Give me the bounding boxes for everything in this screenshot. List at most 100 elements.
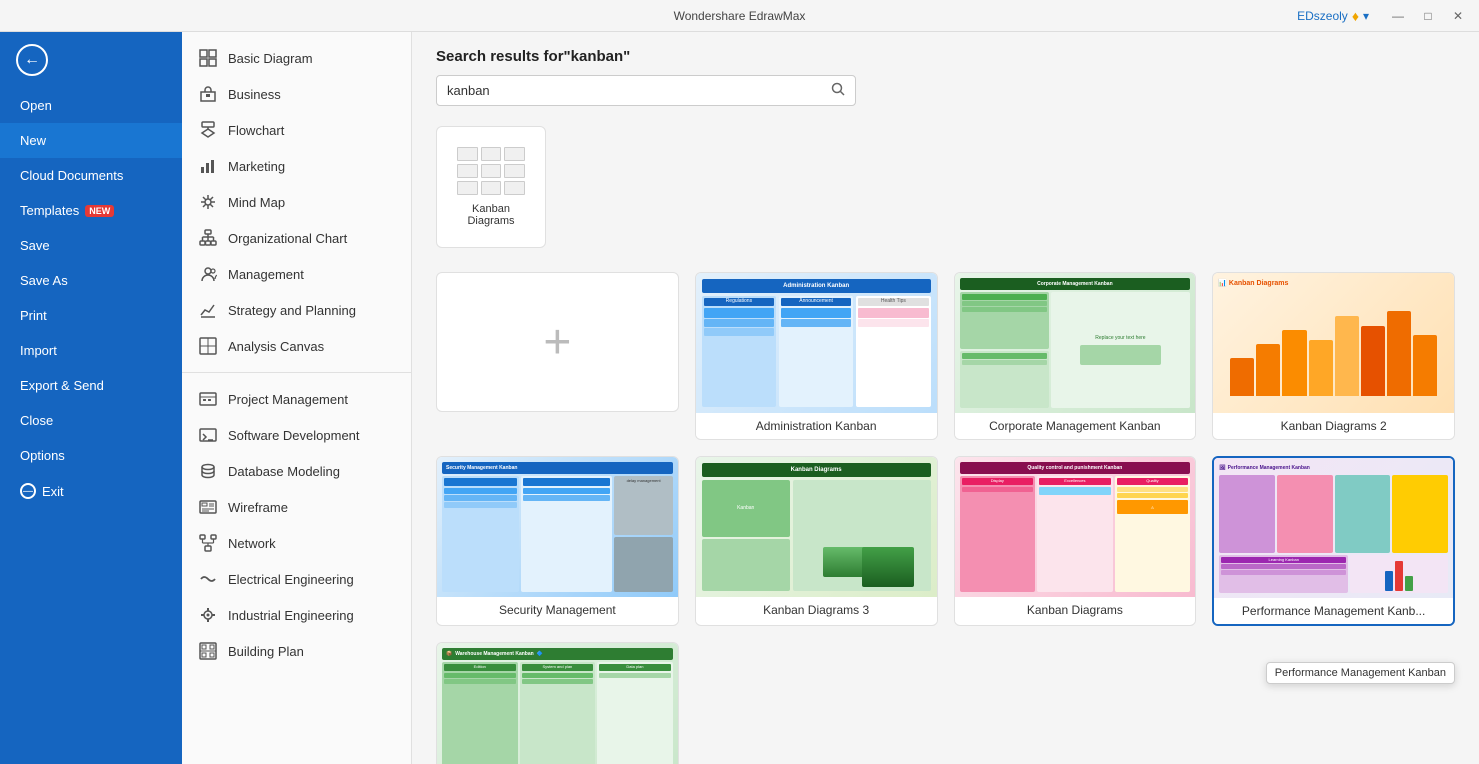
restore-button[interactable]: □ xyxy=(1415,6,1441,26)
basic-diagram-icon xyxy=(198,48,218,68)
network-icon xyxy=(198,533,218,553)
category-label: Flowchart xyxy=(228,123,284,138)
category-item-business[interactable]: Business xyxy=(182,76,411,112)
category-item-electrical[interactable]: Electrical Engineering xyxy=(182,561,411,597)
template-card-performance[interactable]: 🖼Performance Management Kanban Learn xyxy=(1212,456,1455,626)
category-label: Marketing xyxy=(228,159,285,174)
template-card-warehouse[interactable]: 📦Warehouse Management Kanban🔷 Edition Sy… xyxy=(436,642,679,764)
close-button[interactable]: ✕ xyxy=(1445,6,1471,26)
category-label: Business xyxy=(228,87,281,102)
sidebar-item-close[interactable]: Close xyxy=(0,403,182,438)
category-list: Basic Diagram Business Flowchart Marketi… xyxy=(182,32,411,677)
template-label: Performance Management Kanb... xyxy=(1214,598,1453,624)
category-label: Mind Map xyxy=(228,195,285,210)
category-item-project[interactable]: Project Management xyxy=(182,381,411,417)
category-item-strategy[interactable]: Strategy and Planning xyxy=(182,292,411,328)
electrical-icon xyxy=(198,569,218,589)
search-results-label: Search results for"kanban" xyxy=(436,48,1455,65)
category-label: Basic Diagram xyxy=(228,51,313,66)
app-body: ← Open New Cloud Documents Templates NEW… xyxy=(0,32,1479,764)
kanban-category-label: Kanban Diagrams xyxy=(457,203,525,227)
main-content: Search results for"kanban" xyxy=(412,32,1479,764)
category-item-wireframe[interactable]: Wireframe xyxy=(182,489,411,525)
template-preview-kanban3: Kanban Diagrams Kanban xyxy=(696,457,937,597)
category-separator xyxy=(182,372,411,373)
search-box[interactable] xyxy=(436,75,856,106)
back-arrow-icon: ← xyxy=(24,51,40,69)
template-card-kanban[interactable]: Quality control and punishment Kanban Di… xyxy=(954,456,1197,626)
template-preview-corporate: Corporate Management Kanban xyxy=(955,273,1196,413)
sidebar-item-new[interactable]: New xyxy=(0,123,182,158)
sidebar-item-import[interactable]: Import xyxy=(0,333,182,368)
sidebar-item-saveas[interactable]: Save As xyxy=(0,263,182,298)
template-card-security[interactable]: Security Management Kanban xyxy=(436,456,679,626)
sidebar-item-open[interactable]: Open xyxy=(0,88,182,123)
template-label: Kanban Diagrams xyxy=(955,597,1196,623)
template-preview-kanban: Quality control and punishment Kanban Di… xyxy=(955,457,1196,597)
flowchart-icon xyxy=(198,120,218,140)
category-item-flowchart[interactable]: Flowchart xyxy=(182,112,411,148)
category-item-network[interactable]: Network xyxy=(182,525,411,561)
user-badge[interactable]: EDszeoly ♦ ▾ xyxy=(1297,8,1369,24)
exit-icon: — xyxy=(20,483,36,499)
search-icon[interactable] xyxy=(831,82,845,99)
category-item-basic[interactable]: Basic Diagram xyxy=(182,40,411,76)
category-item-management[interactable]: Management xyxy=(182,256,411,292)
database-icon xyxy=(198,461,218,481)
category-item-analysis[interactable]: Analysis Canvas xyxy=(182,328,411,364)
template-card-corporate[interactable]: Corporate Management Kanban xyxy=(954,272,1197,440)
sidebar-item-options[interactable]: Options xyxy=(0,438,182,473)
business-icon xyxy=(198,84,218,104)
template-card-new[interactable]: + xyxy=(436,272,679,412)
category-item-mindmap[interactable]: Mind Map xyxy=(182,184,411,220)
kanban-category-card[interactable]: Kanban Diagrams xyxy=(436,126,546,248)
sidebar-item-print[interactable]: Print xyxy=(0,298,182,333)
minimize-button[interactable]: — xyxy=(1385,6,1411,26)
category-label: Organizational Chart xyxy=(228,231,347,246)
category-label: Analysis Canvas xyxy=(228,339,324,354)
sidebar-item-save[interactable]: Save xyxy=(0,228,182,263)
category-item-database[interactable]: Database Modeling xyxy=(182,453,411,489)
sidebar-item-export[interactable]: Export & Send xyxy=(0,368,182,403)
back-button[interactable]: ← xyxy=(0,32,182,88)
industrial-icon xyxy=(198,605,218,625)
category-item-industrial[interactable]: Industrial Engineering xyxy=(182,597,411,633)
strategy-icon xyxy=(198,300,218,320)
category-label: Management xyxy=(228,267,304,282)
new-badge: NEW xyxy=(85,205,114,217)
marketing-icon xyxy=(198,156,218,176)
software-icon xyxy=(198,425,218,445)
search-bar-container: Search results for"kanban" xyxy=(412,32,1479,114)
sidebar-item-cloud[interactable]: Cloud Documents xyxy=(0,158,182,193)
category-label: Project Management xyxy=(228,392,348,407)
template-card-kanban2[interactable]: 📊 Kanban Diagrams xyxy=(1212,272,1455,440)
template-preview-admin: Administration Kanban Regulations Announ… xyxy=(696,273,937,413)
chevron-down-icon: ▾ xyxy=(1363,9,1369,23)
templates-grid: + Administration Kanban Regulations xyxy=(436,272,1455,764)
tooltip: Performance Management Kanban xyxy=(1266,662,1455,684)
category-item-orgchart[interactable]: Organizational Chart xyxy=(182,220,411,256)
category-label: Building Plan xyxy=(228,644,304,659)
category-item-building[interactable]: Building Plan xyxy=(182,633,411,669)
category-label: Network xyxy=(228,536,276,551)
template-label: Kanban Diagrams 2 xyxy=(1213,413,1454,439)
plus-icon: + xyxy=(543,315,571,370)
sidebar-nav: Open New Cloud Documents Templates NEW S… xyxy=(0,88,182,509)
template-label: Kanban Diagrams 3 xyxy=(696,597,937,623)
category-label: Electrical Engineering xyxy=(228,572,354,587)
template-card-admin-kanban[interactable]: Administration Kanban Regulations Announ… xyxy=(695,272,938,440)
app-title: Wondershare EdrawMax xyxy=(674,9,806,23)
building-icon xyxy=(198,641,218,661)
template-preview-performance: 🖼Performance Management Kanban Learn xyxy=(1214,458,1453,598)
sidebar-item-exit[interactable]: — Exit xyxy=(0,473,182,509)
category-item-software[interactable]: Software Development xyxy=(182,417,411,453)
category-item-marketing[interactable]: Marketing xyxy=(182,148,411,184)
category-label: Wireframe xyxy=(228,500,288,515)
category-label: Software Development xyxy=(228,428,360,443)
sidebar-item-templates[interactable]: Templates NEW xyxy=(0,193,182,228)
template-card-kanban3[interactable]: Kanban Diagrams Kanban xyxy=(695,456,938,626)
category-label: Strategy and Planning xyxy=(228,303,356,318)
template-preview-warehouse: 📦Warehouse Management Kanban🔷 Edition Sy… xyxy=(437,643,678,764)
category-panel: Basic Diagram Business Flowchart Marketi… xyxy=(182,32,412,764)
search-input[interactable] xyxy=(447,83,831,98)
